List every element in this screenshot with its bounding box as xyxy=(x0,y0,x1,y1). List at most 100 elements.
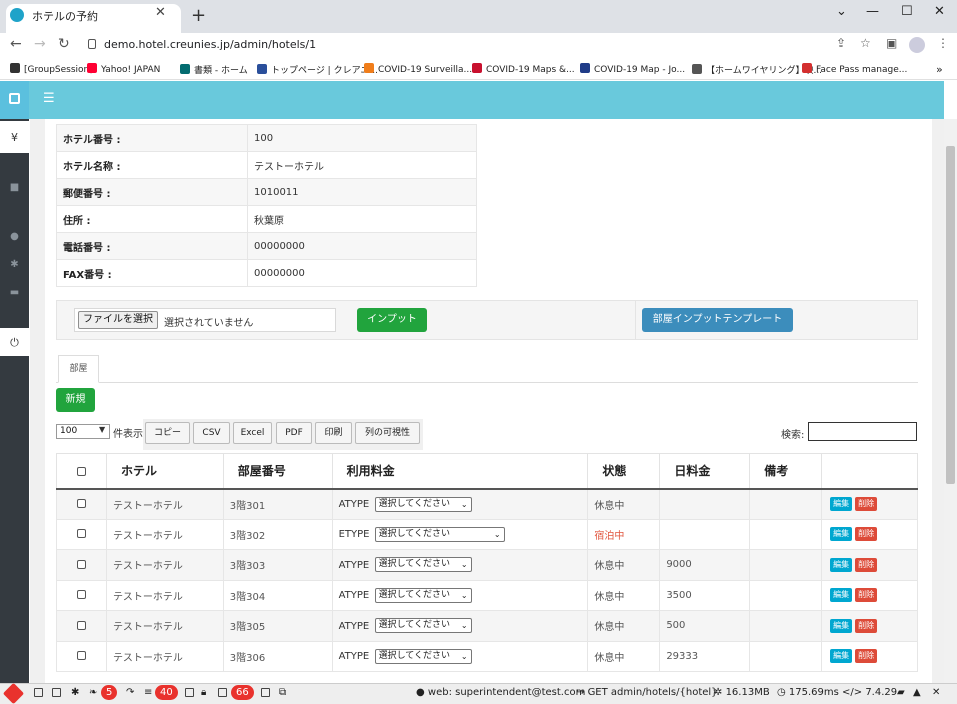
session-icon[interactable] xyxy=(218,688,227,697)
fee-select[interactable]: 選択してください ⌄ xyxy=(374,618,472,634)
messages-icon[interactable] xyxy=(34,688,43,697)
sidebar-item-documents[interactable]: ■ xyxy=(0,182,29,193)
route-icon[interactable]: ↷ xyxy=(126,687,134,698)
bookmarks-more-icon[interactable]: » xyxy=(936,63,943,76)
minimize-icon[interactable]: — xyxy=(866,4,879,19)
debugbar-close-icon[interactable]: ✕ xyxy=(932,687,940,698)
scrollbar-thumb[interactable] xyxy=(946,146,955,484)
url-field[interactable]: demo.hotel.creunies.jp/admin/hotels/1 xyxy=(104,38,316,51)
row-checkbox[interactable] xyxy=(76,620,86,630)
sidepanel-icon[interactable]: ▣ xyxy=(886,36,897,50)
timeline-icon[interactable] xyxy=(52,688,61,697)
note-cell xyxy=(749,549,823,581)
sidebar-item-rooms[interactable]: ▬ xyxy=(0,287,29,298)
tags-icon[interactable]: ⧉ xyxy=(279,687,286,698)
row-checkbox[interactable] xyxy=(76,651,86,661)
fee-select[interactable]: 選択してください ⌄ xyxy=(374,648,472,664)
row-select-cell xyxy=(56,488,107,520)
bookmark-item[interactable]: COVID-19 Maps &... xyxy=(472,63,575,75)
delete-button[interactable]: 削除 xyxy=(855,557,878,572)
fee-select[interactable]: 選択してください ⌄ xyxy=(374,526,505,542)
cache-icon[interactable] xyxy=(261,688,270,697)
column-header-note[interactable]: 備考 xyxy=(749,453,823,490)
room-template-button[interactable]: 部屋インプットテンプレート xyxy=(642,308,793,332)
star-icon[interactable]: ☆ xyxy=(860,36,871,50)
lock-icon xyxy=(88,39,96,49)
column-header-day-fee[interactable]: 日料金 xyxy=(659,453,751,490)
row-checkbox[interactable] xyxy=(76,559,86,569)
share-icon[interactable]: ⇪ xyxy=(836,36,846,50)
row-checkbox[interactable] xyxy=(76,590,86,600)
import-button[interactable]: インプット xyxy=(357,308,427,332)
chevron-down-icon: ⌄ xyxy=(460,560,468,570)
mail-icon[interactable] xyxy=(185,688,194,697)
delete-button[interactable]: 削除 xyxy=(855,618,878,633)
reload-icon[interactable]: ↻ xyxy=(58,36,70,52)
edit-button[interactable]: 編集 xyxy=(830,557,853,572)
excel-button[interactable]: Excel xyxy=(233,422,272,444)
folder-icon[interactable]: ▰ xyxy=(897,687,905,698)
hotel-cell: テストーホテル xyxy=(105,610,224,642)
column-header-room[interactable]: 部屋番号 xyxy=(222,453,333,490)
bookmark-item[interactable]: COVID-19 Map - Jo... xyxy=(580,63,685,75)
edit-button[interactable]: 編集 xyxy=(830,618,853,633)
app-sidebar xyxy=(0,81,29,683)
bookmark-item[interactable]: COVID-19 Surveilla... xyxy=(364,63,472,75)
delete-button[interactable]: 削除 xyxy=(855,497,878,511)
profile-avatar[interactable] xyxy=(909,37,925,53)
bookmark-item[interactable]: Face Pass manage... xyxy=(802,63,907,75)
sidebar-item-settings[interactable]: ✱ xyxy=(0,259,29,270)
chevron-down-icon[interactable]: ⌄ xyxy=(836,4,847,19)
exceptions-icon[interactable]: ✱ xyxy=(71,687,79,698)
column-header-status[interactable]: 状態 xyxy=(587,453,661,490)
new-room-button[interactable]: 新規 xyxy=(56,388,95,412)
pdf-button[interactable]: PDF xyxy=(276,422,312,444)
print-button[interactable]: 印刷 xyxy=(315,422,352,444)
csv-button[interactable]: CSV xyxy=(193,422,230,444)
row-checkbox[interactable] xyxy=(76,499,86,508)
bookmark-item[interactable]: Yahoo! JAPAN xyxy=(87,63,160,75)
edit-button[interactable]: 編集 xyxy=(830,527,853,542)
tab-room[interactable]: 部屋 xyxy=(58,355,99,383)
sidebar-item-users[interactable]: ● xyxy=(0,231,29,242)
hamburger-icon[interactable]: ☰ xyxy=(43,91,55,106)
delete-button[interactable]: 削除 xyxy=(855,588,878,603)
copy-button[interactable]: コピー xyxy=(145,422,190,444)
bookmark-favicon-icon xyxy=(87,63,97,73)
window-close-icon[interactable]: ✕ xyxy=(934,4,945,19)
file-select-button[interactable]: ファイルを選択 xyxy=(78,311,158,329)
fee-select[interactable]: 選択してください ⌄ xyxy=(374,496,472,512)
row-checkbox[interactable] xyxy=(76,529,86,539)
table-row: テストーホテル 3階305 ATYPE 選択してください ⌄ 休息中 500 編集 削除 xyxy=(56,610,918,642)
tab-close-icon[interactable]: ✕ xyxy=(155,5,166,20)
bookmark-item[interactable]: 書類 - ホーム xyxy=(180,63,248,76)
back-icon[interactable]: ← xyxy=(10,36,22,52)
fee-select-value: 選択してください xyxy=(378,559,451,570)
edit-button[interactable]: 編集 xyxy=(830,588,853,603)
edit-button[interactable]: 編集 xyxy=(830,497,853,511)
column-visibility-button[interactable]: 列の可視性 xyxy=(355,422,420,444)
delete-button[interactable]: 削除 xyxy=(855,649,878,664)
views-icon[interactable]: ❧ xyxy=(89,687,97,698)
auth-lock-icon[interactable]: 🔒︎ xyxy=(201,687,206,698)
day-fee-cell: 3500 xyxy=(659,579,751,611)
forward-icon[interactable]: → xyxy=(34,36,46,52)
search-input[interactable] xyxy=(808,422,917,441)
new-tab-icon[interactable]: + xyxy=(191,7,206,25)
fee-select[interactable]: 選択してください ⌄ xyxy=(374,557,472,573)
queries-icon[interactable]: ≡ xyxy=(144,687,152,698)
column-header-fee[interactable]: 利用料金 xyxy=(331,453,589,490)
delete-button[interactable]: 削除 xyxy=(855,527,878,542)
actions-cell: 編集 削除 xyxy=(821,579,918,611)
fee-select[interactable]: 選択してください ⌄ xyxy=(374,587,472,603)
hotel-info-table: ホテル番号 :100 ホテル名称 : テストーホテル 郵便番号 :1010011 住所 … xyxy=(56,124,477,287)
note-cell xyxy=(749,610,823,642)
bookmark-item[interactable]: トップページ | クレアニ... xyxy=(257,63,378,76)
menu-icon[interactable]: ⋮ xyxy=(937,36,949,50)
bookmark-item[interactable]: [GroupSession] xyxy=(10,63,93,75)
chevron-up-icon[interactable]: ▲ xyxy=(913,687,921,698)
column-header-hotel[interactable]: ホテル xyxy=(105,453,224,490)
maximize-icon[interactable]: ☐ xyxy=(901,4,913,19)
select-all-checkbox[interactable] xyxy=(76,466,86,476)
edit-button[interactable]: 編集 xyxy=(830,649,853,664)
